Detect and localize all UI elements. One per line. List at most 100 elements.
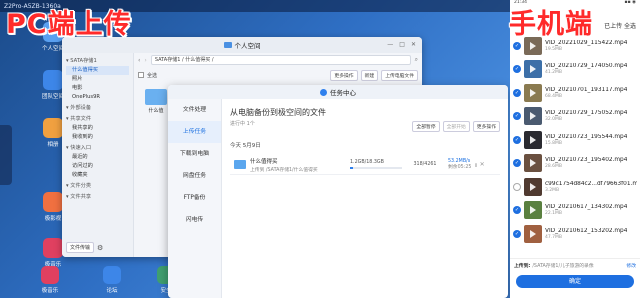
video-list-item[interactable]: ✓ VID_20210729_174050.mp4 41.2MB bbox=[510, 58, 640, 82]
modify-link[interactable]: 修改 bbox=[626, 262, 636, 269]
sidebar-item[interactable]: 最近的 bbox=[66, 153, 129, 162]
sidebar-item[interactable]: 什么值得买 bbox=[66, 66, 129, 75]
play-icon bbox=[530, 88, 536, 97]
app-icon bbox=[41, 266, 59, 284]
video-size: 28.6MB bbox=[545, 164, 562, 170]
confirm-button[interactable]: 确定 bbox=[516, 275, 634, 288]
upload-destination: 上传到: /SATA存储1/儿子旅游的录像 修改 bbox=[510, 259, 640, 272]
sidebar-item[interactable]: ▾ 文件共享 bbox=[66, 193, 129, 202]
select-checkbox[interactable]: ✓ bbox=[513, 88, 521, 97]
task-size: 1.2GB/18.3GB bbox=[350, 160, 384, 165]
video-meta: VID_20210723_195402.mp4 28.6MB bbox=[545, 157, 627, 169]
sidebar-item[interactable]: 照片 bbox=[66, 75, 129, 84]
video-name: VID_20210723_195544.mp4 bbox=[545, 133, 628, 140]
task-nav-item[interactable]: 文件处理 bbox=[168, 99, 221, 121]
select-all-checkbox[interactable] bbox=[138, 72, 144, 78]
close-icon[interactable]: ✕ bbox=[480, 161, 485, 168]
video-size: 47.7MB bbox=[545, 234, 562, 240]
select-checkbox[interactable] bbox=[513, 182, 521, 191]
phone-header-actions[interactable]: 已上传 全选 bbox=[604, 21, 636, 30]
task-nav-item[interactable]: 下载到电脑 bbox=[168, 143, 221, 165]
task-progress-fill bbox=[350, 167, 354, 169]
task-nav-item[interactable]: 闪电传 bbox=[168, 209, 221, 231]
task-date: 今天 5月9日 bbox=[230, 143, 261, 149]
file-manager-toolbar: ‹ › SATA存储1 / 什么值得买 / ⌕ bbox=[134, 53, 422, 67]
pc-upload-title: PC端上传 bbox=[6, 9, 132, 40]
sidebar-item[interactable]: 我收到的 bbox=[66, 133, 129, 142]
file-transfer-button[interactable]: 文件传输 bbox=[66, 242, 95, 253]
left-dock-rail[interactable] bbox=[0, 125, 12, 185]
path-breadcrumb[interactable]: SATA存储1 / 什么值得买 / bbox=[150, 55, 411, 65]
taskbar-item-label: 极音乐 bbox=[41, 288, 59, 294]
new-button[interactable]: 新建 bbox=[360, 69, 379, 81]
video-name: c99c1754d84c2...df79663f01.mp4 bbox=[545, 180, 637, 187]
sidebar-item[interactable]: 电影 bbox=[66, 84, 129, 93]
video-list-item[interactable]: ✓ VID_20210617_134302.mp4 22.1MB bbox=[510, 199, 640, 223]
task-nav-item[interactable]: 网盘任务 bbox=[168, 165, 221, 187]
sidebar-item[interactable]: OnePlus9R bbox=[66, 93, 129, 102]
upload-pc-files-button[interactable]: 上传电脑文件 bbox=[381, 69, 418, 81]
select-checkbox[interactable]: ✓ bbox=[513, 159, 521, 168]
play-icon bbox=[530, 206, 536, 215]
video-size: 19.5MB bbox=[545, 46, 562, 52]
phone-status-icons: ▪▪ ◉ bbox=[624, 0, 636, 5]
task-progress-bar bbox=[350, 167, 402, 169]
more-operations-button[interactable]: 更多操作 bbox=[472, 121, 500, 132]
sidebar-item[interactable]: ▾ SATA存储1 bbox=[66, 57, 129, 66]
sidebar-item[interactable]: ▾ 共享文件 bbox=[66, 115, 129, 124]
select-checkbox[interactable]: ✓ bbox=[513, 112, 521, 121]
select-all-label: 全选 bbox=[147, 72, 158, 79]
task-name: 什么值得买 bbox=[250, 158, 278, 165]
play-icon bbox=[530, 41, 536, 50]
task-center-icon bbox=[320, 88, 327, 96]
video-size: 15.8MB bbox=[545, 140, 562, 146]
maximize-icon[interactable]: □ bbox=[399, 41, 405, 48]
video-name: VID_20210617_134302.mp4 bbox=[545, 204, 628, 211]
sidebar-item[interactable]: 收藏夹 bbox=[66, 171, 129, 180]
taskbar-item[interactable]: 极音乐 bbox=[34, 266, 66, 294]
taskbar-item[interactable]: 论坛 bbox=[96, 266, 128, 294]
video-meta: VID_20210723_195544.mp4 15.8MB bbox=[545, 134, 627, 146]
settings-gear-icon[interactable]: ⚙ bbox=[97, 244, 103, 252]
select-checkbox[interactable]: ✓ bbox=[513, 206, 521, 215]
pause-icon[interactable]: ॥ bbox=[474, 161, 478, 169]
video-name: VID_20210701_193117.mp4 bbox=[545, 86, 628, 93]
video-list-item[interactable]: ✓ VID_20210729_175052.mp4 32.0MB bbox=[510, 105, 640, 129]
video-list-item[interactable]: ✓ VID_20210723_195402.mp4 28.6MB bbox=[510, 152, 640, 176]
task-center-sidebar: 文件处理 上传任务 下载到电脑 网盘任务 FTP备份 闪电传 bbox=[168, 99, 222, 298]
video-thumbnail bbox=[524, 83, 542, 102]
app-icon bbox=[103, 266, 121, 284]
task-nav-item[interactable]: FTP备份 bbox=[168, 187, 221, 209]
upload-task-row[interactable]: 什么值得买 上传到 /SATA存储1/什么值得买 1.2GB/18.3GB 31… bbox=[230, 155, 500, 175]
forward-arrow-icon[interactable]: › bbox=[144, 57, 146, 64]
select-checkbox[interactable]: ✓ bbox=[513, 65, 521, 74]
search-icon[interactable]: ⌕ bbox=[415, 56, 418, 64]
minimize-icon[interactable]: — bbox=[387, 41, 393, 48]
video-list-item[interactable]: c99c1754d84c2...df79663f01.mp4 3.2MB bbox=[510, 175, 640, 199]
start-all-button[interactable]: 全部开始 bbox=[442, 121, 470, 132]
video-list-item[interactable]: ✓ VID_20210723_195544.mp4 15.8MB bbox=[510, 128, 640, 152]
sidebar-item[interactable]: 访问过的 bbox=[66, 162, 129, 171]
folder-item-label: 什么值 bbox=[148, 108, 164, 114]
back-arrow-icon[interactable]: ‹ bbox=[138, 57, 140, 64]
pause-all-button[interactable]: 全部暂停 bbox=[412, 121, 440, 132]
sidebar-item[interactable]: ▾ 文件分类 bbox=[66, 182, 129, 191]
video-thumbnail bbox=[524, 60, 542, 79]
task-center-titlebar[interactable]: 任务中心 bbox=[168, 85, 508, 99]
sidebar-item[interactable]: ▾ 外部设备 bbox=[66, 104, 129, 113]
video-thumbnail bbox=[524, 201, 542, 220]
task-nav-item[interactable]: 上传任务 bbox=[168, 121, 221, 143]
select-checkbox[interactable]: ✓ bbox=[513, 135, 521, 144]
close-icon[interactable]: ✕ bbox=[411, 41, 416, 48]
select-checkbox[interactable]: ✓ bbox=[513, 229, 521, 238]
video-thumbnail bbox=[524, 130, 542, 149]
task-center-title: 任务中心 bbox=[330, 89, 356, 97]
video-list-item[interactable]: ✓ VID_20210612_153202.mp4 47.7MB bbox=[510, 222, 640, 246]
file-manager-actions: 全选 更多操作 新建 上传电脑文件 bbox=[134, 69, 422, 81]
select-checkbox[interactable]: ✓ bbox=[513, 41, 521, 50]
app-icon bbox=[43, 70, 63, 90]
sidebar-item[interactable]: ▾ 快速入口 bbox=[66, 144, 129, 153]
more-actions-button[interactable]: 更多操作 bbox=[330, 69, 358, 81]
video-list-item[interactable]: ✓ VID_20210701_193117.mp4 68.4MB bbox=[510, 81, 640, 105]
sidebar-item[interactable]: 我共享的 bbox=[66, 124, 129, 133]
